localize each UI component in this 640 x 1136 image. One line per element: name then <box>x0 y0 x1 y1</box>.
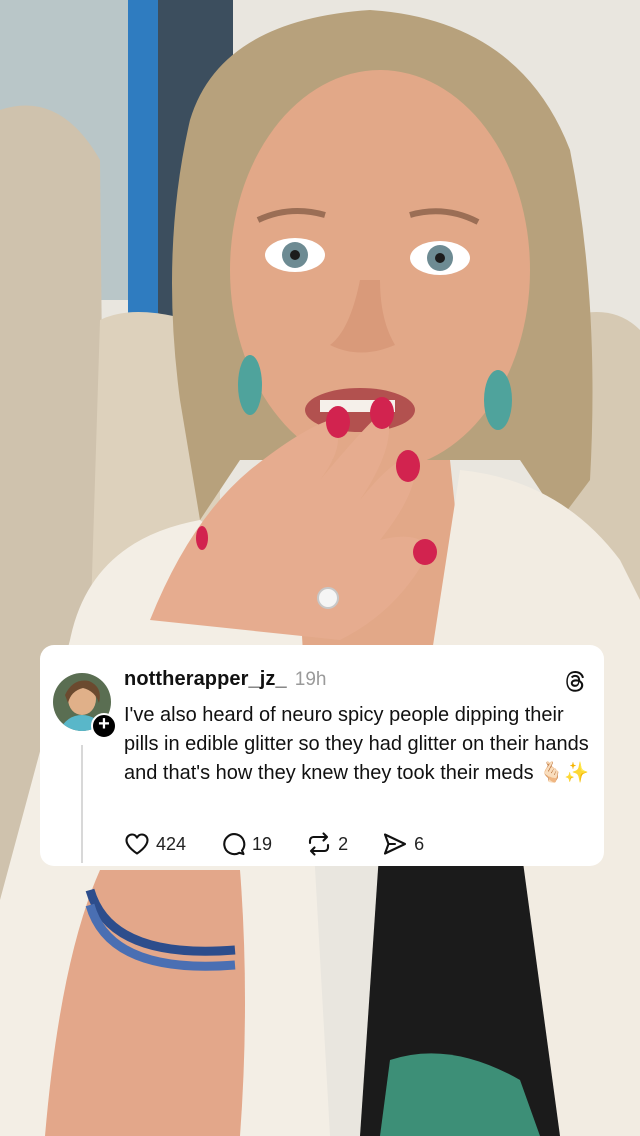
reply-button[interactable]: 19 <box>220 831 272 857</box>
thread-line <box>81 745 83 863</box>
send-icon <box>384 833 407 855</box>
repost-icon <box>309 832 330 856</box>
share-button[interactable]: 6 <box>382 831 424 857</box>
timestamp: 19h <box>294 669 327 690</box>
threads-logo-icon <box>566 671 584 692</box>
threads-post-card[interactable]: + nottherapper_jz_ 19h I've also heard o… <box>40 645 604 866</box>
username[interactable]: nottherapper_jz_ <box>124 668 287 691</box>
like-count: 424 <box>156 833 187 854</box>
post-text: I've also heard of neuro spicy people di… <box>124 704 589 784</box>
comment-icon <box>223 833 246 856</box>
follow-plus-icon[interactable]: + <box>91 713 117 739</box>
reply-count: 19 <box>252 833 273 854</box>
post-actions: 424 19 2 6 <box>124 829 458 859</box>
share-count: 6 <box>414 833 425 854</box>
repost-count: 2 <box>338 833 349 854</box>
post-header: nottherapper_jz_ 19h <box>124 668 326 694</box>
background-video-frame <box>0 0 640 1136</box>
heart-icon <box>125 833 149 855</box>
repost-button[interactable]: 2 <box>306 831 348 857</box>
like-button[interactable]: 424 <box>124 832 186 856</box>
